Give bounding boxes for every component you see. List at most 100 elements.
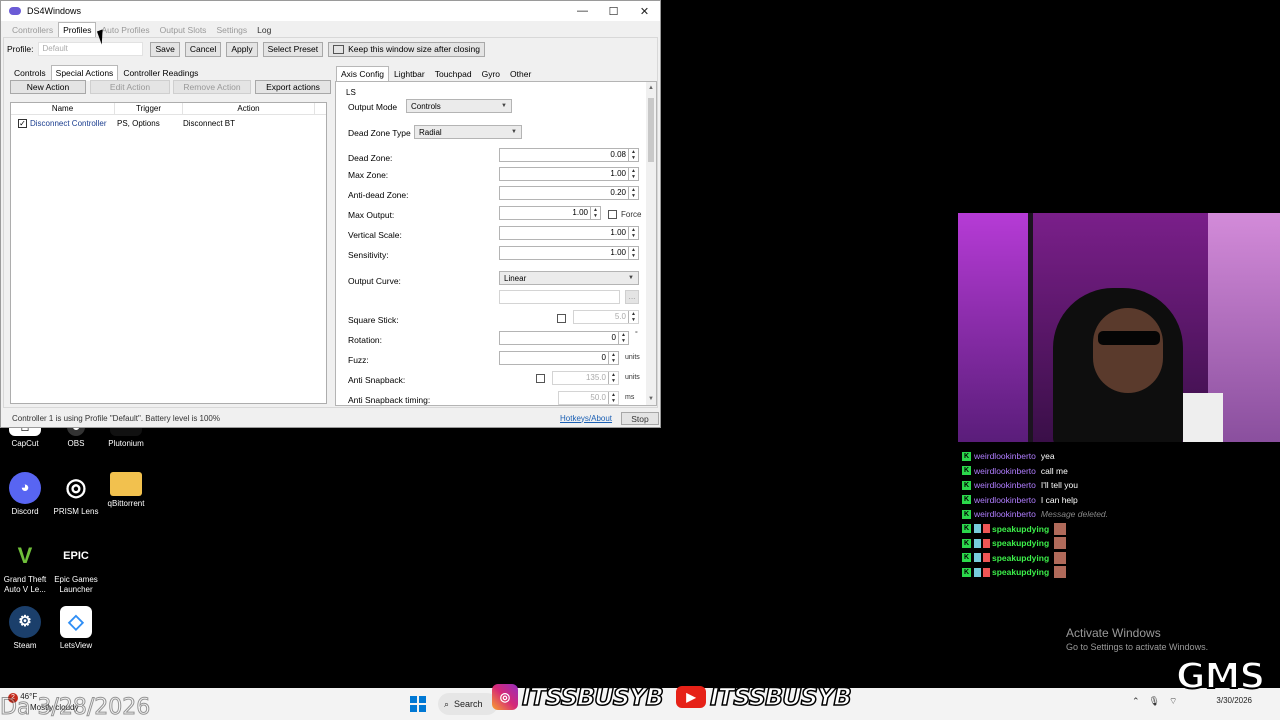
output-curve-select[interactable]: Linear ▼ [499,271,639,285]
close-button[interactable]: ✕ [629,5,660,18]
tab-controls[interactable]: Controls [9,65,51,81]
vertical-scrollbar[interactable]: ▲ ▼ [646,82,656,405]
desktop-icon-letsview[interactable]: ◇ LetsView [46,606,106,651]
custom-curve-field[interactable] [499,290,620,304]
tab-log[interactable]: Log [252,22,276,37]
dead-zone-field[interactable]: 0.08 ▲ ▼ [499,148,639,162]
anti-snapback-checkbox[interactable] [536,374,545,383]
curve-editor-button[interactable]: ... [625,290,639,304]
scroll-down-icon[interactable]: ▼ [648,396,654,402]
maximize-button[interactable]: ☐ [598,5,629,18]
save-button[interactable]: Save [150,41,180,57]
chat-message: Kweirdlookinberto Message deleted. [962,509,1109,520]
rotation-label: Rotation: [348,335,383,345]
force-checkbox[interactable] [608,210,617,219]
spinner-icon[interactable]: ▲ ▼ [628,227,638,239]
tab-gyro[interactable]: Gyro [477,66,505,82]
spinner-icon[interactable]: ▲ ▼ [608,392,618,404]
max-output-field[interactable]: 1.00 ▲ ▼ [499,206,601,220]
prism-icon: ◎ [65,474,87,501]
steam-icon: ⚙ [9,606,41,638]
kick-badge-icon: K [962,466,971,476]
tab-settings[interactable]: Settings [211,22,252,37]
export-actions-button[interactable]: Export actions [255,80,331,94]
spinner-icon[interactable]: ▲ ▼ [618,332,628,344]
sensitivity-field[interactable]: 1.00 ▲ ▼ [499,246,639,260]
spinner-icon[interactable]: ▲ ▼ [628,247,638,259]
tab-special-actions[interactable]: Special Actions [50,65,119,81]
taskbar-search[interactable]: ⌕ Search [438,693,498,715]
stop-button[interactable]: Stop [621,411,659,425]
rotation-unit: ° [635,331,638,338]
minimize-button[interactable]: — [567,5,598,18]
status-bar: Controller 1 is using Profile "Default".… [2,409,659,427]
window-title: DS4Windows [27,6,82,16]
column-trigger[interactable]: Trigger [115,103,183,114]
list-item[interactable]: ✓ Disconnect Controller PS, Options Disc… [11,116,326,130]
column-action[interactable]: Action [183,103,315,114]
tab-controllers[interactable]: Controllers [7,22,58,37]
anti-snapback-timing-field[interactable]: 50.0 ▲ ▼ [558,391,619,405]
cancel-button[interactable]: Cancel [184,41,222,57]
spinner-icon[interactable]: ▲ ▼ [628,311,638,323]
anti-snapback-field[interactable]: 135.0 ▲ ▼ [552,371,619,385]
action-enabled-checkbox[interactable]: ✓ [18,118,27,128]
select-preset-button[interactable]: Select Preset [262,41,324,57]
column-name[interactable]: Name [11,103,115,114]
tab-lightbar[interactable]: Lightbar [389,66,430,82]
tab-profiles[interactable]: Profiles [58,22,97,37]
discord-icon: ◕ [9,472,41,504]
spinner-icon[interactable]: ▲ ▼ [590,207,600,219]
tab-touchpad[interactable]: Touchpad [430,66,477,82]
instagram-overlay: ◎ ITSSBUSYB [492,682,665,712]
spinner-icon[interactable]: ▲ ▼ [628,149,638,161]
anti-snapback-unit: units [625,374,640,381]
youtube-overlay: ▶ ITSSBUSYB [676,682,853,712]
remove-action-button[interactable]: Remove Action [173,80,251,94]
desktop-icon-epic[interactable]: EPIC Epic Games Launcher [46,540,106,595]
keep-window-size-label: Keep this window size after closing [348,43,480,54]
keep-window-size-toggle[interactable]: Keep this window size after closing [328,41,485,57]
scrollbar-thumb[interactable] [648,98,654,162]
vertical-scale-field[interactable]: 1.00 ▲ ▼ [499,226,639,240]
gta-icon: V [17,543,33,568]
chat-message: Kspeakupdying [962,551,1262,566]
tab-other[interactable]: Other [505,66,536,82]
rotation-field[interactable]: 0 ▲ ▼ [499,331,629,345]
square-stick-checkbox[interactable] [557,314,566,323]
output-mode-select[interactable]: Controls ▼ [406,99,512,113]
sub-tabs: Controls Special Actions Controller Read… [9,65,203,81]
spinner-icon[interactable]: ▲ ▼ [628,168,638,180]
tab-output-slots[interactable]: Output Slots [155,22,212,37]
wifi-icon[interactable]: ⌔ [1169,696,1177,707]
anti-dead-zone-field[interactable]: 0.20 ▲ ▼ [499,186,639,200]
square-stick-label: Square Stick: [348,315,399,325]
spinner-icon[interactable]: ▲ ▼ [608,372,618,384]
new-action-button[interactable]: New Action [10,80,86,94]
spinner-icon[interactable]: ▲ ▼ [608,352,618,364]
profile-label: Profile: [7,44,34,54]
fuzz-field[interactable]: 0 ▲ ▼ [499,351,619,365]
max-zone-label: Max Zone: [348,170,389,180]
profile-name-input[interactable]: Default [38,42,144,56]
scroll-up-icon[interactable]: ▲ [648,85,654,91]
tab-axis-config[interactable]: Axis Config [336,66,389,82]
max-zone-field[interactable]: 1.00 ▲ ▼ [499,167,639,181]
square-stick-field[interactable]: 5.0 ▲ ▼ [573,310,639,324]
emote-icon [1054,551,1067,564]
sub-badge-icon [974,553,981,563]
edit-action-button[interactable]: Edit Action [90,80,170,94]
apply-button[interactable]: Apply [226,41,258,57]
tab-controller-readings[interactable]: Controller Readings [118,65,203,81]
start-button[interactable] [410,696,426,712]
fuzz-unit: units [625,354,640,361]
hotkeys-about-link[interactable]: Hotkeys/About [560,414,612,423]
desktop-icon-qbittorrent[interactable]: qBittorrent [96,472,156,509]
spinner-icon[interactable]: ▲ ▼ [628,187,638,199]
dead-zone-type-select[interactable]: Radial ▼ [414,125,522,139]
output-curve-label: Output Curve: [348,276,401,286]
taskbar-clock[interactable]: 3/30/2026 [1214,696,1252,706]
screen: ⌂ CapCut ● OBS Plutonium ◕ Discord ◎ PRI… [0,0,1280,720]
microphone-icon[interactable]: 🎙 [1149,696,1160,707]
chevron-up-icon[interactable]: ⌃ [1132,696,1140,707]
